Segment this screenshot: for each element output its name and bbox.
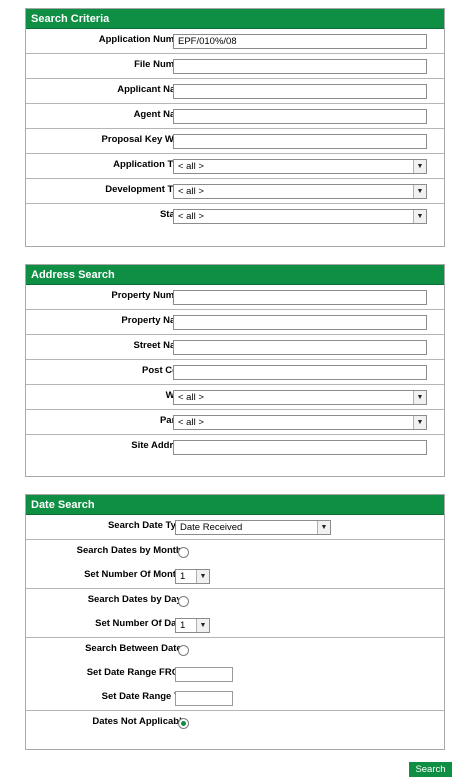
by-days-row: Search Dates by Days <box>26 589 444 613</box>
between-radio[interactable] <box>178 645 189 656</box>
between-label: Search Between Dates <box>85 643 187 654</box>
date-to-input[interactable] <box>175 691 233 706</box>
date-from-row: Set Date Range FROM <box>26 662 444 686</box>
num-months-value: 1 <box>180 571 186 582</box>
status-select[interactable]: < all > ▼ <box>173 209 427 224</box>
agent-name-input[interactable] <box>173 109 427 124</box>
application-type-select[interactable]: < all > ▼ <box>173 159 427 174</box>
field-group: Status < all > ▼ <box>26 203 444 228</box>
not-applicable-radio[interactable] <box>178 718 189 729</box>
field-group: Parish < all > ▼ <box>26 409 444 434</box>
num-months-select[interactable]: 1 ▼ <box>175 569 210 584</box>
field-group: Application Type < all > ▼ <box>26 153 444 178</box>
field-group: Development Type < all > ▼ <box>26 178 444 203</box>
file-number-row: File Number <box>26 54 444 78</box>
chevron-down-icon[interactable]: ▼ <box>413 160 426 173</box>
status-row: Status < all > ▼ <box>26 204 444 228</box>
property-number-row: Property Number <box>26 285 444 309</box>
application-number-input[interactable] <box>173 34 427 49</box>
field-group: Ward < all > ▼ <box>26 384 444 409</box>
field-group: Proposal Key Word <box>26 128 444 153</box>
not-applicable-label: Dates Not Applicable <box>92 716 187 727</box>
search-criteria-title: Search Criteria <box>26 9 444 29</box>
site-address-row: Site Address <box>26 435 444 459</box>
date-search-panel: Date Search Search Date Type Date Receiv… <box>25 494 445 750</box>
date-search-title: Date Search <box>26 495 444 515</box>
street-name-row: Street Name <box>26 335 444 359</box>
proposal-key-word-input[interactable] <box>173 134 427 149</box>
ward-row: Ward < all > ▼ <box>26 385 444 409</box>
parish-value: < all > <box>178 417 204 428</box>
field-group: Applicant Name <box>26 78 444 103</box>
field-group: Street Name <box>26 334 444 359</box>
post-code-row: Post Code <box>26 360 444 384</box>
search-date-type-select[interactable]: Date Received ▼ <box>175 520 331 535</box>
application-number-row: Application Number <box>26 29 444 53</box>
chevron-down-icon[interactable]: ▼ <box>413 210 426 223</box>
search-date-type-row: Search Date Type Date Received ▼ <box>26 515 444 539</box>
field-group: Application Number <box>26 29 444 53</box>
applicant-name-row: Applicant Name <box>26 79 444 103</box>
by-days-radio[interactable] <box>178 596 189 607</box>
between-row: Search Between Dates <box>26 638 444 662</box>
days-group: Search Dates by Days Set Number Of Days … <box>26 588 444 637</box>
agent-name-row: Agent Name <box>26 104 444 128</box>
field-group: File Number <box>26 53 444 78</box>
property-number-input[interactable] <box>173 290 427 305</box>
by-months-radio[interactable] <box>178 547 189 558</box>
num-days-select[interactable]: 1 ▼ <box>175 618 210 633</box>
num-months-row: Set Number Of Months 1 ▼ <box>26 564 444 588</box>
months-group: Search Dates by Months Set Number Of Mon… <box>26 539 444 588</box>
date-from-label: Set Date Range FROM <box>86 667 187 678</box>
site-address-input[interactable] <box>173 440 427 455</box>
post-code-input[interactable] <box>173 365 427 380</box>
ward-select[interactable]: < all > ▼ <box>173 390 427 405</box>
search-button[interactable]: Search <box>409 762 452 777</box>
by-months-label: Search Dates by Months <box>76 545 187 556</box>
field-group: Site Address <box>26 434 444 459</box>
street-name-input[interactable] <box>173 340 427 355</box>
development-type-select[interactable]: < all > ▼ <box>173 184 427 199</box>
applicant-name-input[interactable] <box>173 84 427 99</box>
date-from-input[interactable] <box>175 667 233 682</box>
chevron-down-icon[interactable]: ▼ <box>413 185 426 198</box>
development-type-row: Development Type < all > ▼ <box>26 179 444 203</box>
not-applicable-group: Dates Not Applicable <box>26 710 444 735</box>
field-group: Property Number <box>26 285 444 309</box>
num-days-value: 1 <box>180 620 186 631</box>
field-group: Property Name <box>26 309 444 334</box>
chevron-down-icon[interactable]: ▼ <box>196 570 209 583</box>
between-group: Search Between Dates Set Date Range FROM… <box>26 637 444 710</box>
chevron-down-icon[interactable]: ▼ <box>317 521 330 534</box>
application-type-value: < all > <box>178 161 204 172</box>
num-months-label: Set Number Of Months <box>84 569 187 580</box>
file-number-input[interactable] <box>173 59 427 74</box>
search-date-type-value: Date Received <box>180 522 243 533</box>
field-group: Post Code <box>26 359 444 384</box>
chevron-down-icon[interactable]: ▼ <box>413 391 426 404</box>
property-name-input[interactable] <box>173 315 427 330</box>
search-criteria-panel: Search Criteria Application Number File … <box>25 8 445 247</box>
address-search-title: Address Search <box>26 265 444 285</box>
date-to-row: Set Date Range TO <box>26 686 444 710</box>
development-type-value: < all > <box>178 186 204 197</box>
ward-value: < all > <box>178 392 204 403</box>
parish-row: Parish < all > ▼ <box>26 410 444 434</box>
chevron-down-icon[interactable]: ▼ <box>413 416 426 429</box>
field-group: Search Date Type Date Received ▼ <box>26 515 444 539</box>
proposal-key-word-row: Proposal Key Word <box>26 129 444 153</box>
num-days-row: Set Number Of Days 1 ▼ <box>26 613 444 637</box>
by-days-label: Search Dates by Days <box>87 594 187 605</box>
application-type-row: Application Type < all > ▼ <box>26 154 444 178</box>
property-name-row: Property Name <box>26 310 444 334</box>
status-value: < all > <box>178 211 204 222</box>
by-months-row: Search Dates by Months <box>26 540 444 564</box>
field-group: Agent Name <box>26 103 444 128</box>
not-applicable-row: Dates Not Applicable <box>26 711 444 735</box>
parish-select[interactable]: < all > ▼ <box>173 415 427 430</box>
chevron-down-icon[interactable]: ▼ <box>196 619 209 632</box>
num-days-label: Set Number Of Days <box>95 618 187 629</box>
address-search-panel: Address Search Property Number Property … <box>25 264 445 477</box>
